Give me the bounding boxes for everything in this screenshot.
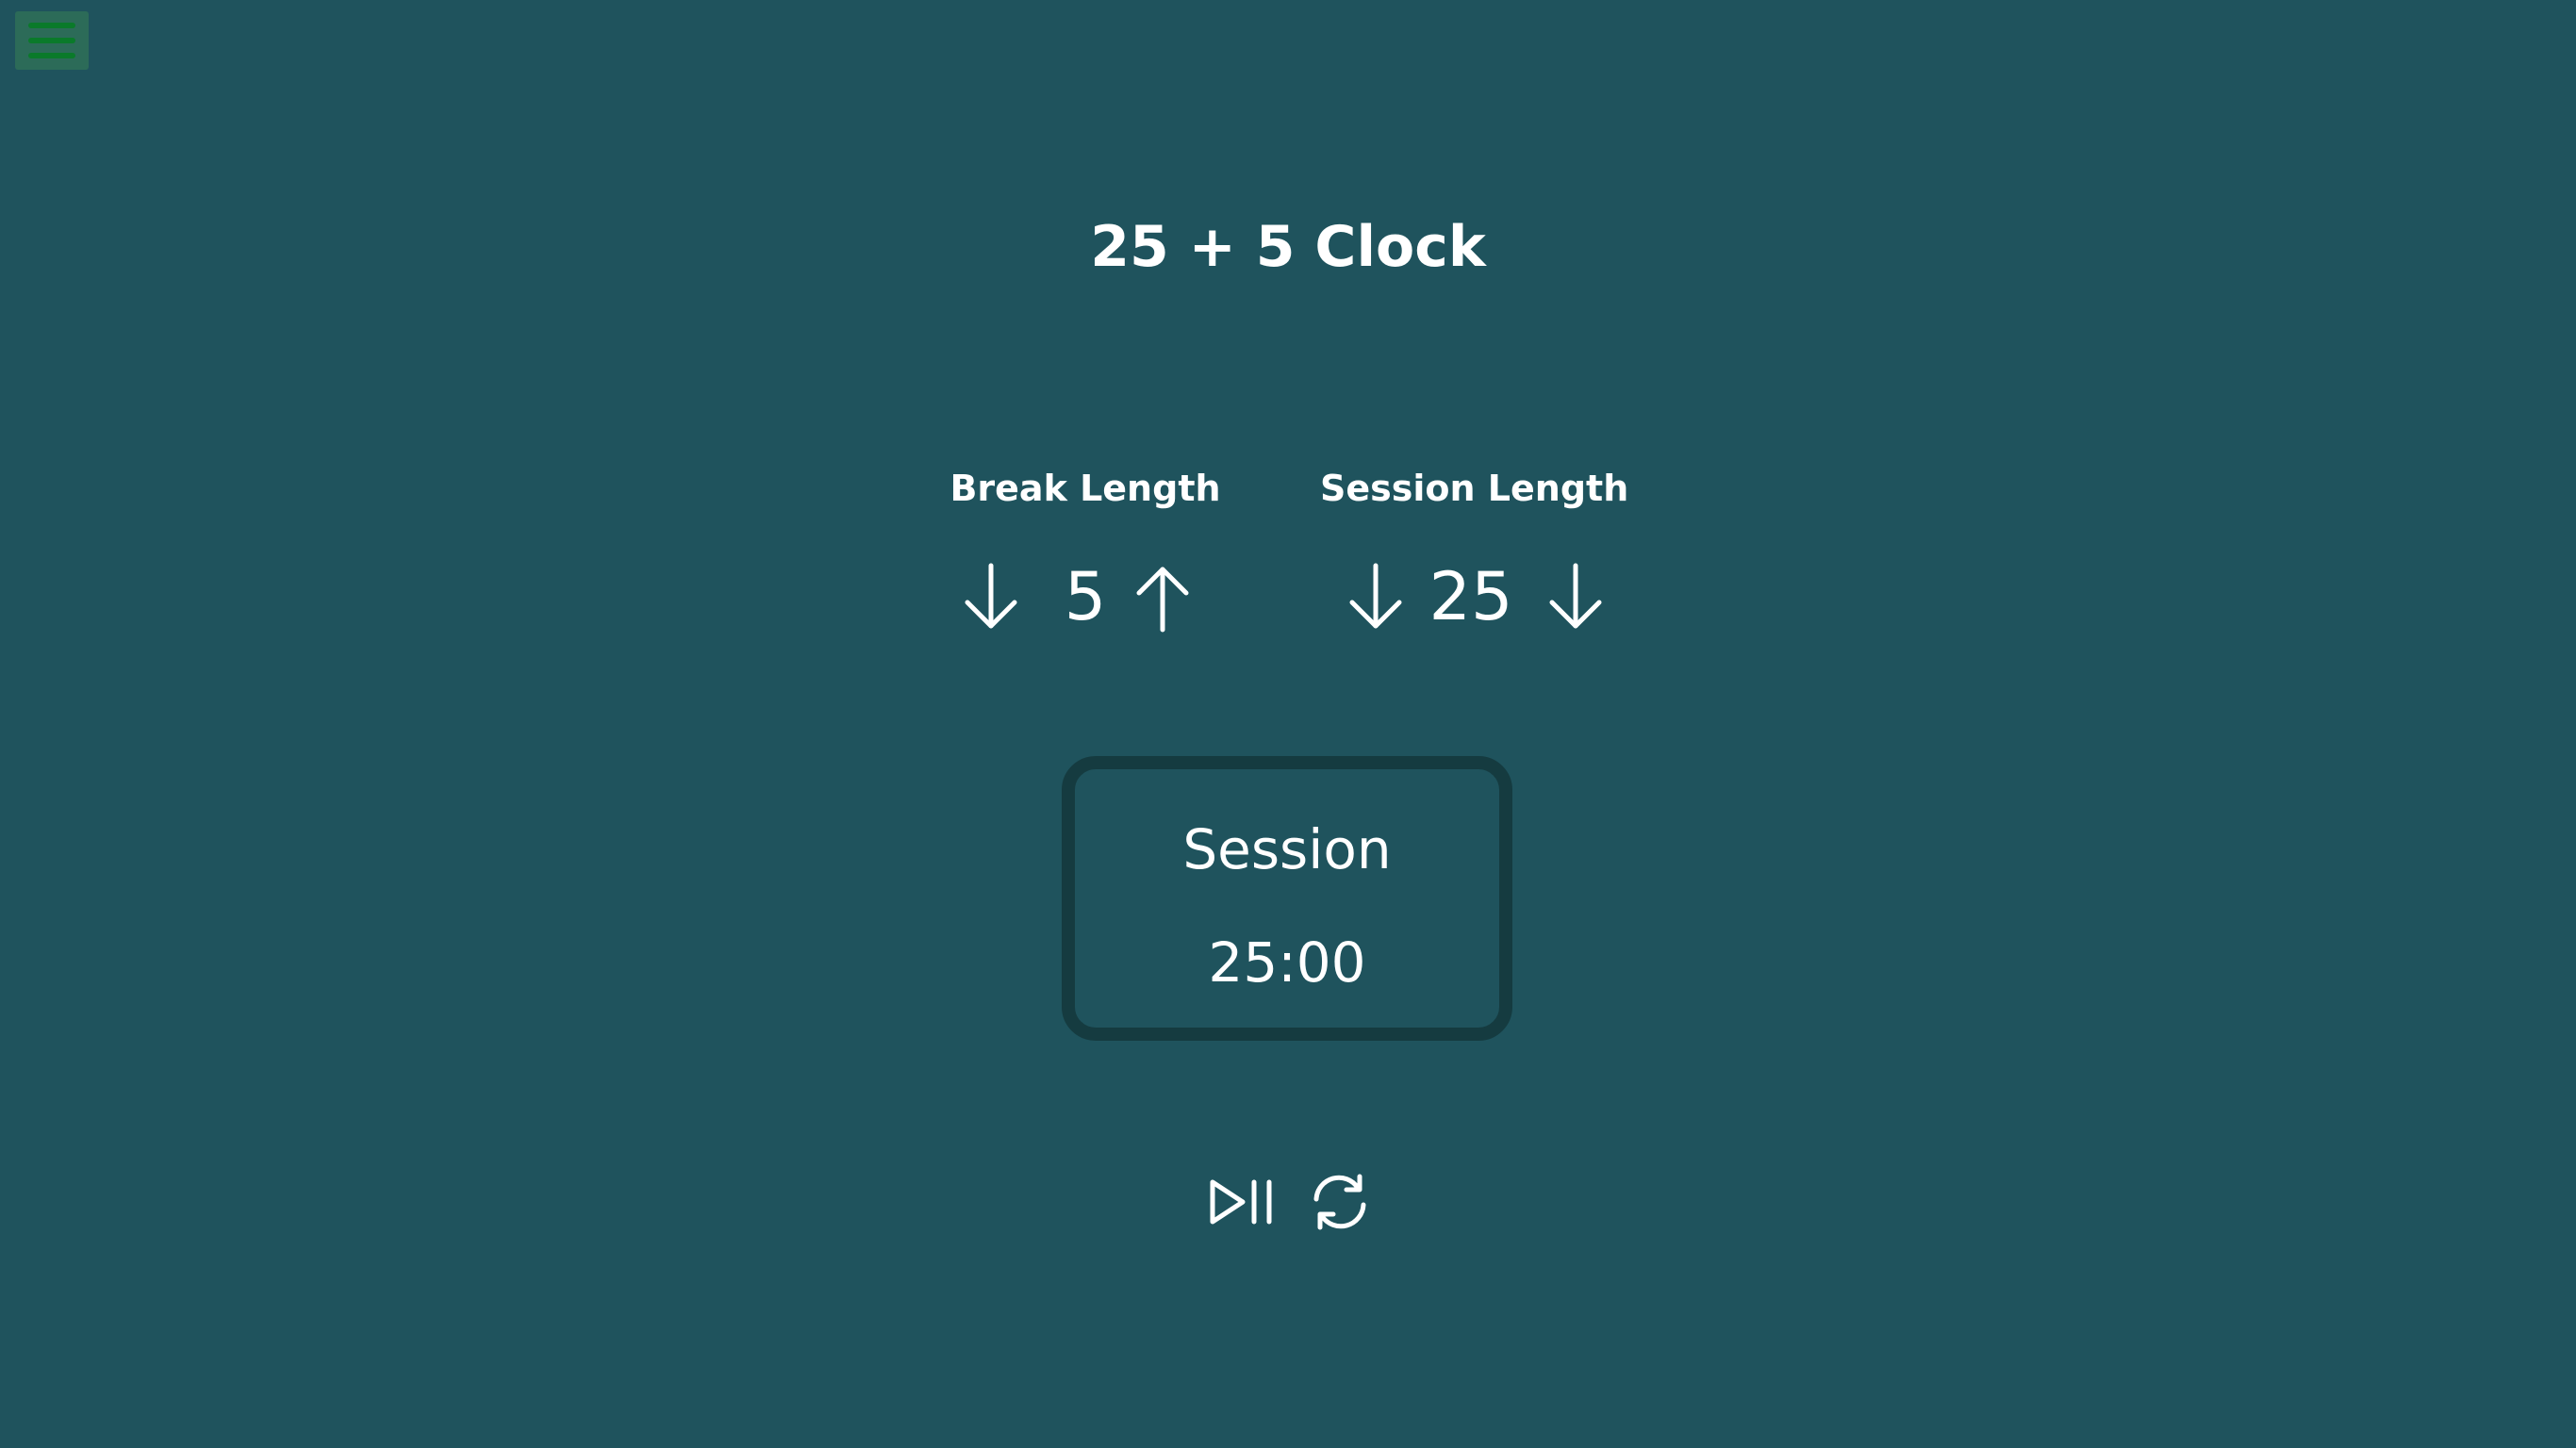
break-length-control: Break Length 5 xyxy=(934,462,1236,639)
break-length-label: Break Length xyxy=(949,468,1221,509)
hamburger-menu-icon xyxy=(28,23,75,58)
page-title: 25 + 5 Clock xyxy=(1090,214,1486,280)
arrow-down-icon xyxy=(1349,563,1402,629)
reset-button[interactable] xyxy=(1303,1169,1379,1235)
break-increment-button[interactable] xyxy=(1130,560,1196,635)
arrow-up-icon xyxy=(1136,567,1189,633)
hamburger-menu-button[interactable] xyxy=(15,11,89,70)
arrow-down-icon xyxy=(1549,563,1602,629)
time-left: 25:00 xyxy=(1208,930,1366,995)
session-decrement-button[interactable] xyxy=(1343,560,1409,635)
arrow-down-icon xyxy=(965,563,1017,629)
break-decrement-button[interactable] xyxy=(958,560,1024,635)
session-length-stepper: 25 xyxy=(1320,554,1622,639)
session-length-control: Session Length 25 xyxy=(1320,462,1629,639)
timer-display: Session 25:00 xyxy=(1062,756,1512,1041)
session-length-label: Session Length xyxy=(1320,468,1629,509)
start-stop-button[interactable] xyxy=(1205,1169,1280,1235)
play-pause-icon xyxy=(1210,1179,1272,1225)
session-increment-button[interactable] xyxy=(1543,560,1609,635)
timer-label: Session xyxy=(1182,817,1392,881)
refresh-icon xyxy=(1313,1174,1366,1230)
break-length-stepper: 5 xyxy=(934,554,1236,639)
app-page: 25 + 5 Clock Break Length 5 Session Leng… xyxy=(0,0,2576,1448)
